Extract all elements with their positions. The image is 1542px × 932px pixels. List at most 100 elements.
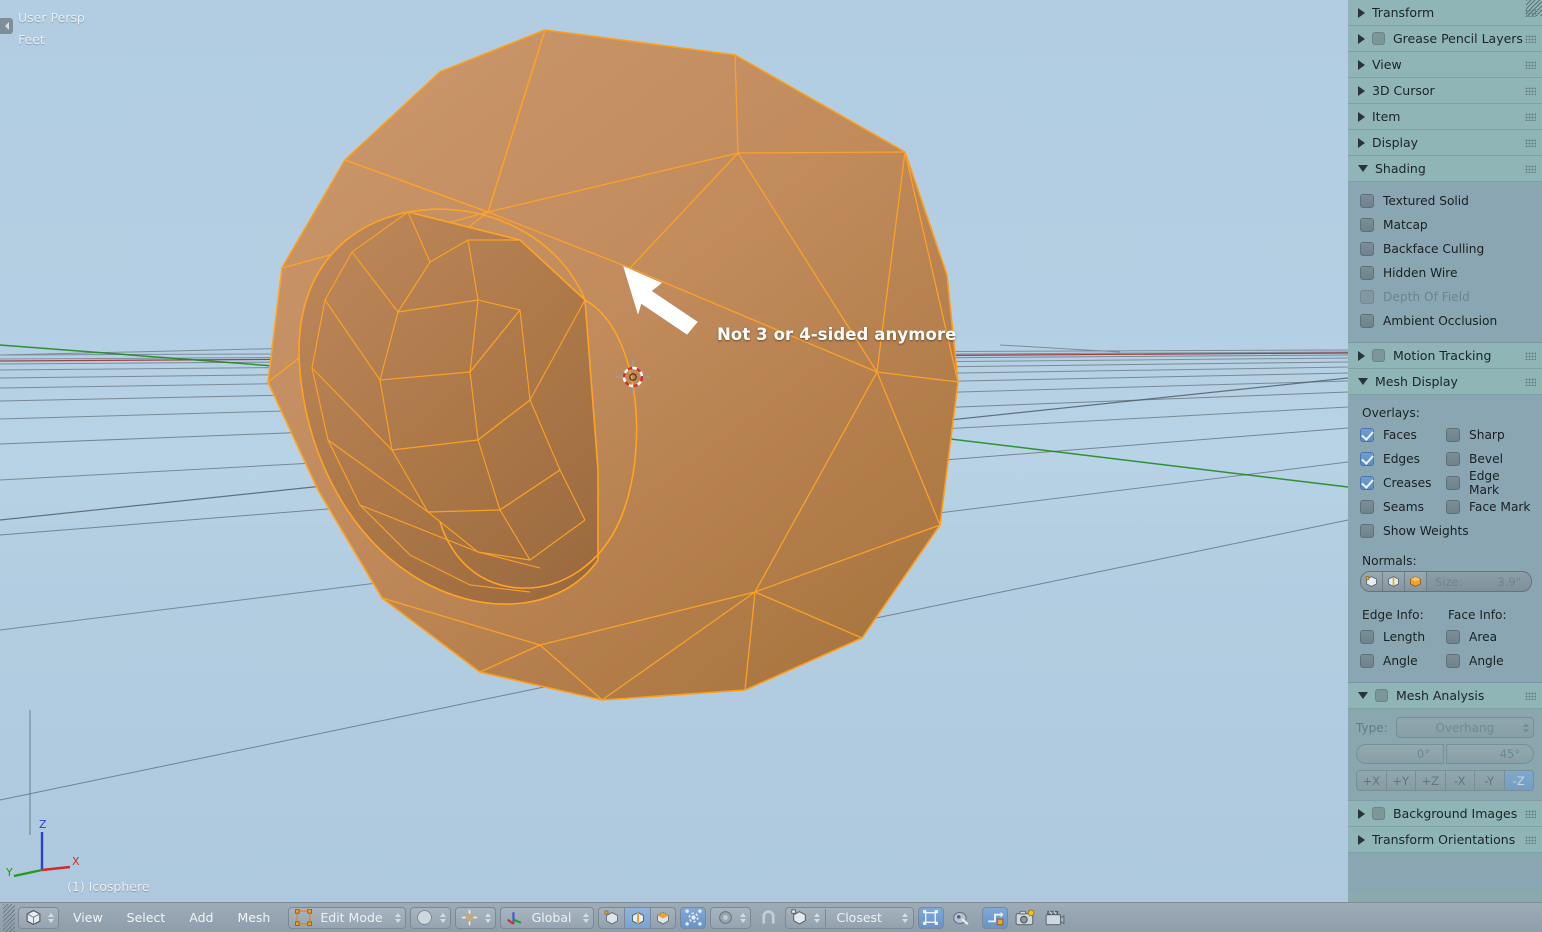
range-min-field[interactable]: 0° bbox=[1356, 744, 1444, 764]
checkbox-seams[interactable]: Seams bbox=[1360, 495, 1446, 519]
panel-resize-grip[interactable] bbox=[1526, 0, 1542, 16]
checkbox-box[interactable] bbox=[1360, 500, 1374, 514]
checkbox-box[interactable] bbox=[1360, 654, 1374, 668]
panel-header-grease-pencil-layers[interactable]: Grease Pencil Layers bbox=[1348, 26, 1542, 52]
3d-viewport[interactable]: Z Y X User Persp Feet (1) Icosphere Not … bbox=[0, 0, 1348, 902]
checkbox-face-area[interactable]: Area bbox=[1446, 625, 1532, 649]
panel-title: Shading bbox=[1375, 161, 1426, 176]
panel-header-mesh-display[interactable]: Mesh Display bbox=[1348, 369, 1542, 395]
panel-header-display[interactable]: Display bbox=[1348, 130, 1542, 156]
mode-selector[interactable]: Edit Mode bbox=[288, 906, 406, 929]
checkbox-sharp[interactable]: Sharp bbox=[1446, 423, 1532, 447]
axis-button-plus-z[interactable]: +Z bbox=[1415, 770, 1445, 791]
checkbox-box[interactable] bbox=[1360, 218, 1374, 232]
snap-onto-self-icon[interactable] bbox=[917, 906, 944, 929]
checkbox-box[interactable] bbox=[1360, 314, 1374, 328]
proportional-falloff-selector[interactable] bbox=[710, 906, 752, 929]
axis-button-minus-y[interactable]: -Y bbox=[1474, 770, 1504, 791]
checkbox-box[interactable] bbox=[1360, 630, 1374, 644]
face-normals-icon[interactable] bbox=[1405, 572, 1427, 591]
panel-enable-checkbox[interactable] bbox=[1375, 689, 1388, 702]
checkbox-bevel[interactable]: Bevel bbox=[1446, 447, 1532, 471]
editor-type-3dview-icon bbox=[22, 908, 44, 928]
face-select-mode[interactable] bbox=[650, 906, 677, 929]
panel-header-item[interactable]: Item bbox=[1348, 104, 1542, 130]
checkbox-box[interactable] bbox=[1446, 654, 1460, 668]
checkbox-edge-angle[interactable]: Angle bbox=[1360, 649, 1446, 673]
checkbox-matcap[interactable]: Matcap bbox=[1360, 213, 1532, 237]
checkbox-ambient-occlusion[interactable]: Ambient Occlusion bbox=[1360, 309, 1532, 333]
checkbox-face-angle[interactable]: Angle bbox=[1446, 649, 1532, 673]
properties-sidebar[interactable]: Transform Grease Pencil Layers View 3D C… bbox=[1348, 0, 1542, 902]
menu-mesh[interactable]: Mesh bbox=[225, 907, 282, 929]
viewport-toolshelf-toggle[interactable] bbox=[0, 18, 13, 34]
checkbox-box[interactable] bbox=[1360, 194, 1374, 208]
menu-add[interactable]: Add bbox=[177, 907, 225, 929]
checkbox-edge-length[interactable]: Length bbox=[1360, 625, 1446, 649]
vertex-normals-icon[interactable] bbox=[1361, 572, 1383, 591]
panel-header-mesh-analysis[interactable]: Mesh Analysis bbox=[1348, 683, 1542, 709]
panel-header-3d-cursor[interactable]: 3D Cursor bbox=[1348, 78, 1542, 104]
checkbox-box[interactable] bbox=[1360, 428, 1374, 442]
type-label: Type: bbox=[1356, 720, 1388, 735]
axis-button-plus-y[interactable]: +Y bbox=[1385, 770, 1415, 791]
render-animation-icon[interactable] bbox=[1042, 907, 1068, 929]
axis-button-minus-x[interactable]: -X bbox=[1444, 770, 1474, 791]
checkbox-edge-mark[interactable]: Edge Mark bbox=[1446, 469, 1532, 497]
checkbox-box[interactable] bbox=[1446, 452, 1460, 466]
panel-header-view[interactable]: View bbox=[1348, 52, 1542, 78]
editor-type-selector[interactable] bbox=[18, 906, 59, 929]
proportional-edit-objects-icon[interactable] bbox=[680, 906, 707, 929]
snap-magnet-icon[interactable] bbox=[755, 907, 781, 929]
checkbox-box[interactable] bbox=[1446, 630, 1460, 644]
vertex-select-mode[interactable] bbox=[598, 906, 625, 929]
checkbox-creases[interactable]: Creases bbox=[1360, 471, 1446, 495]
viewport-shading-selector[interactable] bbox=[409, 906, 451, 929]
checkbox-box[interactable] bbox=[1446, 428, 1460, 442]
normals-size-field[interactable]: Size: 3.9" bbox=[1427, 572, 1531, 591]
render-image-icon[interactable] bbox=[1012, 907, 1038, 929]
toolbar-grip-icon[interactable] bbox=[3, 903, 15, 932]
snap-vertex-icon[interactable] bbox=[788, 908, 810, 928]
panel-enable-checkbox[interactable] bbox=[1372, 807, 1385, 820]
axis-button-plus-x[interactable]: +X bbox=[1356, 770, 1386, 791]
viewport-header-toolbar[interactable]: View Select Add Mesh Edit Mode Global Cl… bbox=[0, 902, 1542, 932]
edge-select-mode[interactable] bbox=[624, 906, 651, 929]
checkbox-faces[interactable]: Faces bbox=[1360, 423, 1446, 447]
transform-orientation-selector[interactable]: Global bbox=[499, 906, 595, 929]
panel-header-transform-orientations[interactable]: Transform Orientations bbox=[1348, 827, 1542, 853]
menu-view[interactable]: View bbox=[61, 907, 115, 929]
checkbox-textured-solid[interactable]: Textured Solid bbox=[1360, 189, 1532, 213]
snap-settings-group[interactable]: Closest bbox=[785, 906, 914, 929]
checkbox-edges[interactable]: Edges bbox=[1360, 447, 1446, 471]
auto-merge-editing-icon[interactable] bbox=[981, 906, 1008, 929]
panel-header-transform[interactable]: Transform bbox=[1348, 0, 1542, 26]
checkbox-box[interactable] bbox=[1360, 242, 1374, 256]
checkbox-show-weights[interactable]: Show Weights bbox=[1360, 519, 1532, 543]
mesh-analysis-type-dropdown[interactable]: Overhang bbox=[1395, 717, 1534, 738]
checkbox-backface-culling[interactable]: Backface Culling bbox=[1360, 237, 1532, 261]
panel-header-shading[interactable]: Shading bbox=[1348, 156, 1542, 182]
panel-header-background-images[interactable]: Background Images bbox=[1348, 801, 1542, 827]
checkbox-hidden-wire[interactable]: Hidden Wire bbox=[1360, 261, 1532, 285]
checkbox-box[interactable] bbox=[1360, 476, 1374, 490]
checkbox-box[interactable] bbox=[1446, 476, 1460, 490]
axis-button-minus-z[interactable]: -Z bbox=[1503, 770, 1534, 791]
checkbox-label: Sharp bbox=[1469, 428, 1505, 442]
checkbox-label: Angle bbox=[1469, 654, 1504, 668]
checkbox-box[interactable] bbox=[1446, 500, 1460, 514]
menu-select[interactable]: Select bbox=[115, 907, 178, 929]
panel-enable-checkbox[interactable] bbox=[1372, 349, 1385, 362]
checkbox-face-mark[interactable]: Face Mark bbox=[1446, 495, 1532, 519]
range-max-field[interactable]: 45° bbox=[1446, 744, 1534, 764]
checkbox-box[interactable] bbox=[1360, 452, 1374, 466]
select-mode-group[interactable] bbox=[598, 906, 677, 929]
checkbox-box[interactable] bbox=[1360, 266, 1374, 280]
project-individual-elements-icon[interactable] bbox=[948, 907, 974, 929]
pivot-point-selector[interactable] bbox=[454, 906, 496, 929]
checkbox-box[interactable] bbox=[1360, 524, 1374, 538]
panel-enable-checkbox[interactable] bbox=[1372, 32, 1385, 45]
panel-header-motion-tracking[interactable]: Motion Tracking bbox=[1348, 343, 1542, 369]
split-normals-icon[interactable] bbox=[1383, 572, 1405, 591]
normals-button-group[interactable]: Size: 3.9" bbox=[1360, 571, 1532, 592]
